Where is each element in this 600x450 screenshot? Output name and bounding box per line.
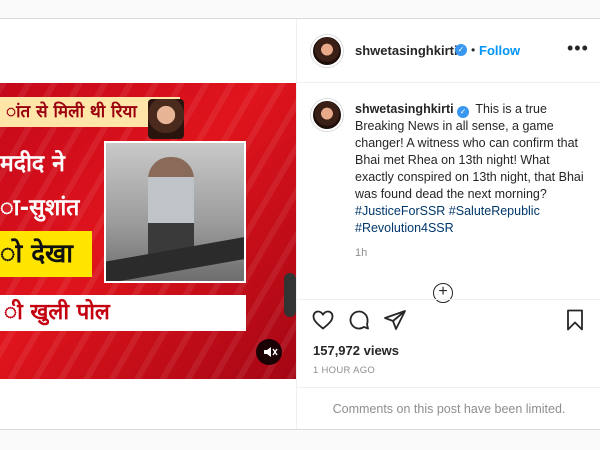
header-username[interactable]: shwetasinghkirti [355,43,458,58]
video-treadmill-photo [104,141,246,283]
video-headline-line3: ा-सुशांत [0,195,80,221]
verified-badge-icon: ✓ [455,44,467,56]
video-headline-line2: मदीद ने [0,151,65,177]
post-dialog: ांत से मिली थी रिया मदीद ने ा-सुशांत ो द… [0,18,600,430]
hashtag-link[interactable]: #JusticeForSSR [355,204,445,218]
comments-limited-notice: Comments on this post have been limited. [297,387,600,429]
caption-text: This is a true Breaking News in all sens… [355,102,584,201]
hashtag-link[interactable]: #Revolution4SSR [355,221,454,235]
action-bar [297,299,600,339]
caption-username[interactable]: shwetasinghkirti [355,102,454,116]
caption-area: shwetasinghkirti ✓ This is a true Breaki… [297,83,600,303]
post-timestamp[interactable]: 1 HOUR AGO [313,365,375,376]
caption-time: 1h [355,247,368,259]
speaker-muted-icon[interactable] [256,339,282,365]
caption-avatar[interactable] [311,99,343,131]
paper-plane-icon[interactable] [383,308,407,332]
avatar[interactable] [311,35,343,67]
follow-button[interactable]: Follow [479,43,520,58]
view-count[interactable]: 157,972 views [313,343,399,358]
video-headline-line4: ो देखा [0,231,92,277]
ellipsis-icon[interactable]: ••• [567,38,589,59]
post-caption: shwetasinghkirti ✓ This is a true Breaki… [355,101,587,237]
speaker-muted-svg [264,347,278,357]
heart-icon[interactable] [311,308,335,332]
separator-dot: • [471,43,476,57]
post-video[interactable]: ांत से मिली थी रिया मदीद ने ा-सुशांत ो द… [0,83,296,379]
video-headline-bottom: ी खुली पोल [0,295,246,331]
post-header: shwetasinghkirti ✓ • Follow ••• [297,19,600,83]
bookmark-icon[interactable] [563,308,587,332]
video-inset-portrait [148,99,184,139]
comment-icon[interactable] [347,308,371,332]
verified-badge-icon: ✓ [457,106,470,118]
hashtag-link[interactable]: #SaluteRepublic [449,204,540,218]
post-side-panel: shwetasinghkirti ✓ • Follow ••• shwetasi… [296,19,600,429]
next-arrow-sliver[interactable] [284,273,296,317]
